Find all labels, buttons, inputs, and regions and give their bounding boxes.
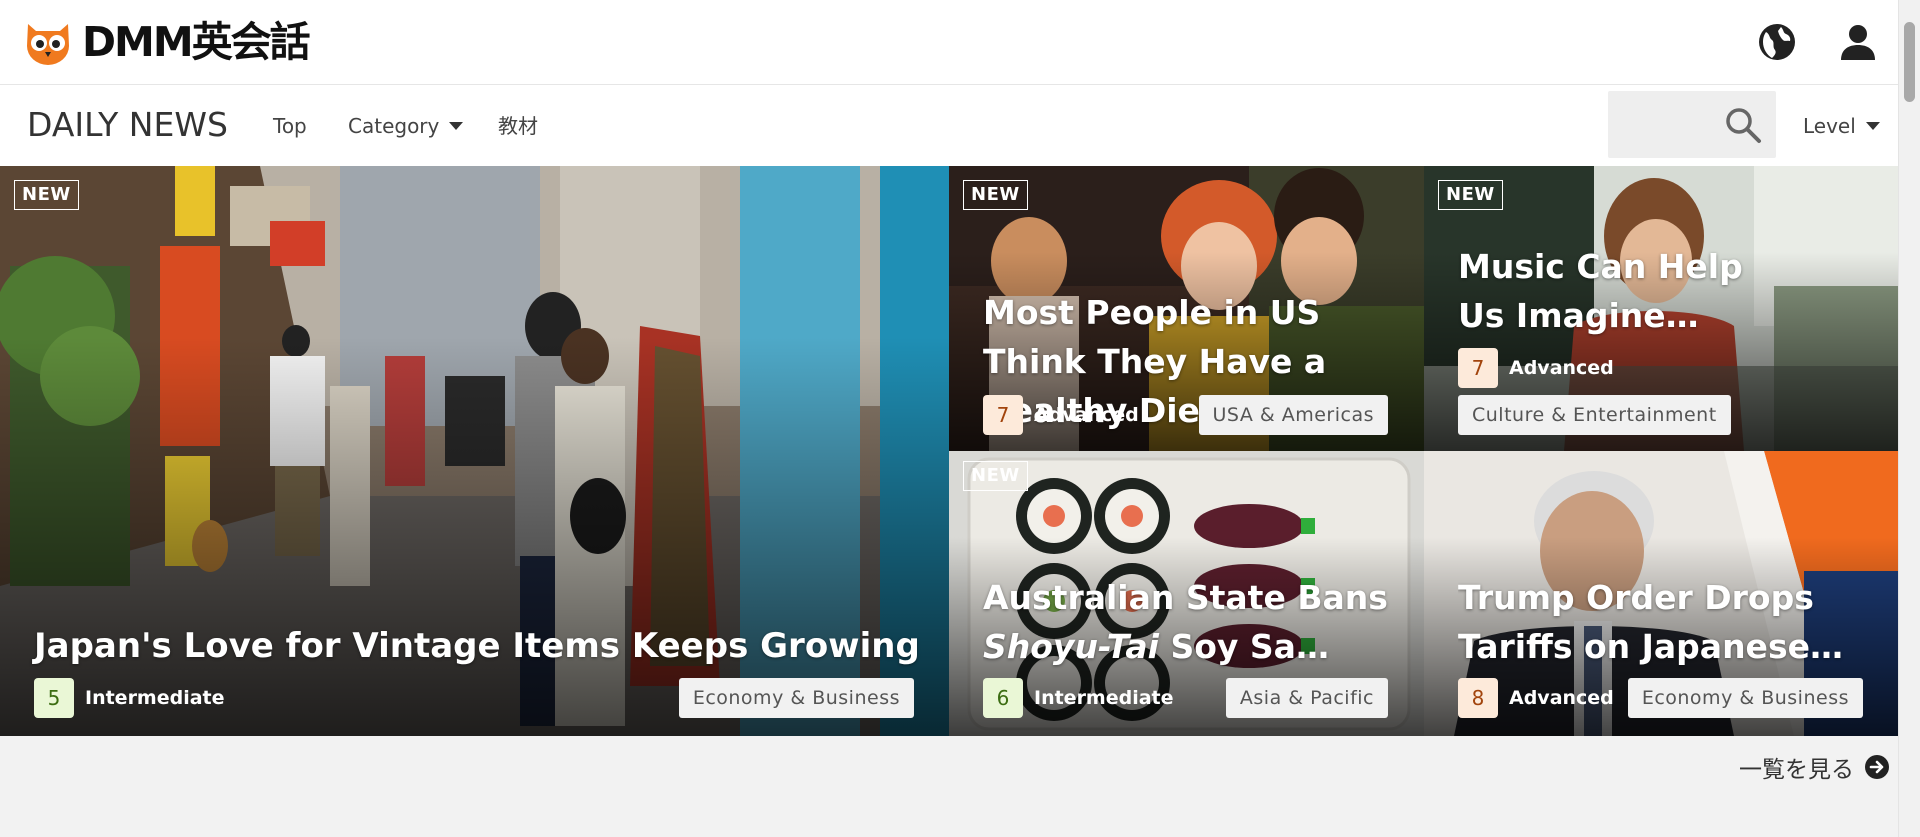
nav-top-link[interactable]: Top [273,114,307,138]
arrow-right-circle-icon [1865,755,1889,779]
scrollbar[interactable] [1898,0,1920,837]
article-title-italic: Shoyu-Tai [983,627,1159,666]
category-tag[interactable]: Culture & Entertainment [1458,395,1731,435]
see-all-link[interactable]: 一覧を見る [1739,750,1890,784]
article-title-line-2: Shoyu-Tai Soy Sauce Fish [983,622,1343,671]
level-number: 5 [34,678,74,718]
article-title-text: Trump Order Drops Tariffs on Japanese Ca… [1458,578,1814,666]
caret-down-icon [1865,122,1880,130]
globe-icon[interactable] [1757,22,1797,62]
article-title[interactable]: Music Can Help Us Imagine Social Activit… [1458,242,1758,340]
scrollbar-thumb[interactable] [1904,22,1915,102]
article-card-shoyu[interactable]: NEW Australian State Bans Shoyu-Tai Soy … [949,451,1424,736]
article-title[interactable]: Australian State Bans Shoyu-Tai Soy Sauc… [983,573,1403,671]
level-indicator: 7 Advanced [1458,348,1614,388]
category-tag[interactable]: USA & Americas [1198,395,1388,435]
level-number: 7 [1458,348,1498,388]
category-tag[interactable]: Economy & Business [678,678,914,718]
category-tag[interactable]: Economy & Business [1627,678,1863,718]
owl-logo-icon [27,24,69,65]
nav-category-dropdown[interactable]: Category [348,114,464,138]
logo-text: DMM英会話 [82,17,311,66]
nav-category-label: Category [348,114,440,138]
card-shade [0,337,949,736]
new-badge: NEW [963,461,1028,491]
level-name: Intermediate [85,687,225,709]
level-number: 8 [1458,678,1498,718]
see-all-label: 一覧を見る [1739,757,1854,783]
nav-bar: DAILY NEWS Top Category 教材 Level [0,85,1898,167]
top-header: DMM英会話 [0,0,1898,85]
level-dropdown[interactable]: Level [1803,114,1880,138]
new-badge: NEW [963,180,1028,210]
article-card-diet[interactable]: NEW Most People in US Think They Have a … [949,166,1424,451]
search-button[interactable] [1608,91,1776,158]
level-indicator: 8 Advanced [1458,678,1614,718]
article-title[interactable]: Trump Order Drops Tariffs on Japanese Ca… [1458,573,1878,671]
nav-materials-link[interactable]: 教材 [498,114,538,138]
search-icon [1726,108,1761,143]
logo[interactable]: DMM英会話 [22,14,311,70]
level-number: 6 [983,678,1023,718]
article-title[interactable]: Japan's Love for Vintage Items Keeps Gro… [34,622,920,671]
article-card-tariffs[interactable]: Trump Order Drops Tariffs on Japanese Ca… [1424,451,1898,736]
article-card-music[interactable]: NEW Music Can Help Us Imagine Social Act… [1424,166,1898,451]
new-badge: NEW [1438,180,1503,210]
level-name: Advanced [1034,404,1139,426]
user-icon[interactable] [1838,22,1878,62]
article-title-rest: Soy Sauce Fish [1170,627,1343,666]
page-brand[interactable]: DAILY NEWS [27,105,228,145]
category-tag[interactable]: Asia & Pacific [1225,678,1388,718]
level-name: Intermediate [1034,687,1174,709]
level-name: Advanced [1509,357,1614,379]
new-badge: NEW [14,180,79,210]
article-title-line-1: Australian State Bans [983,578,1388,617]
level-number: 7 [983,395,1023,435]
level-indicator: 5 Intermediate [34,678,225,718]
caret-down-icon [449,122,464,130]
article-card-vintage[interactable]: NEW Japan's Love for Vintage Items Keeps… [0,166,949,736]
level-name: Advanced [1509,687,1614,709]
level-indicator: 7 Advanced [983,395,1139,435]
level-indicator: 6 Intermediate [983,678,1174,718]
level-label: Level [1803,114,1856,138]
